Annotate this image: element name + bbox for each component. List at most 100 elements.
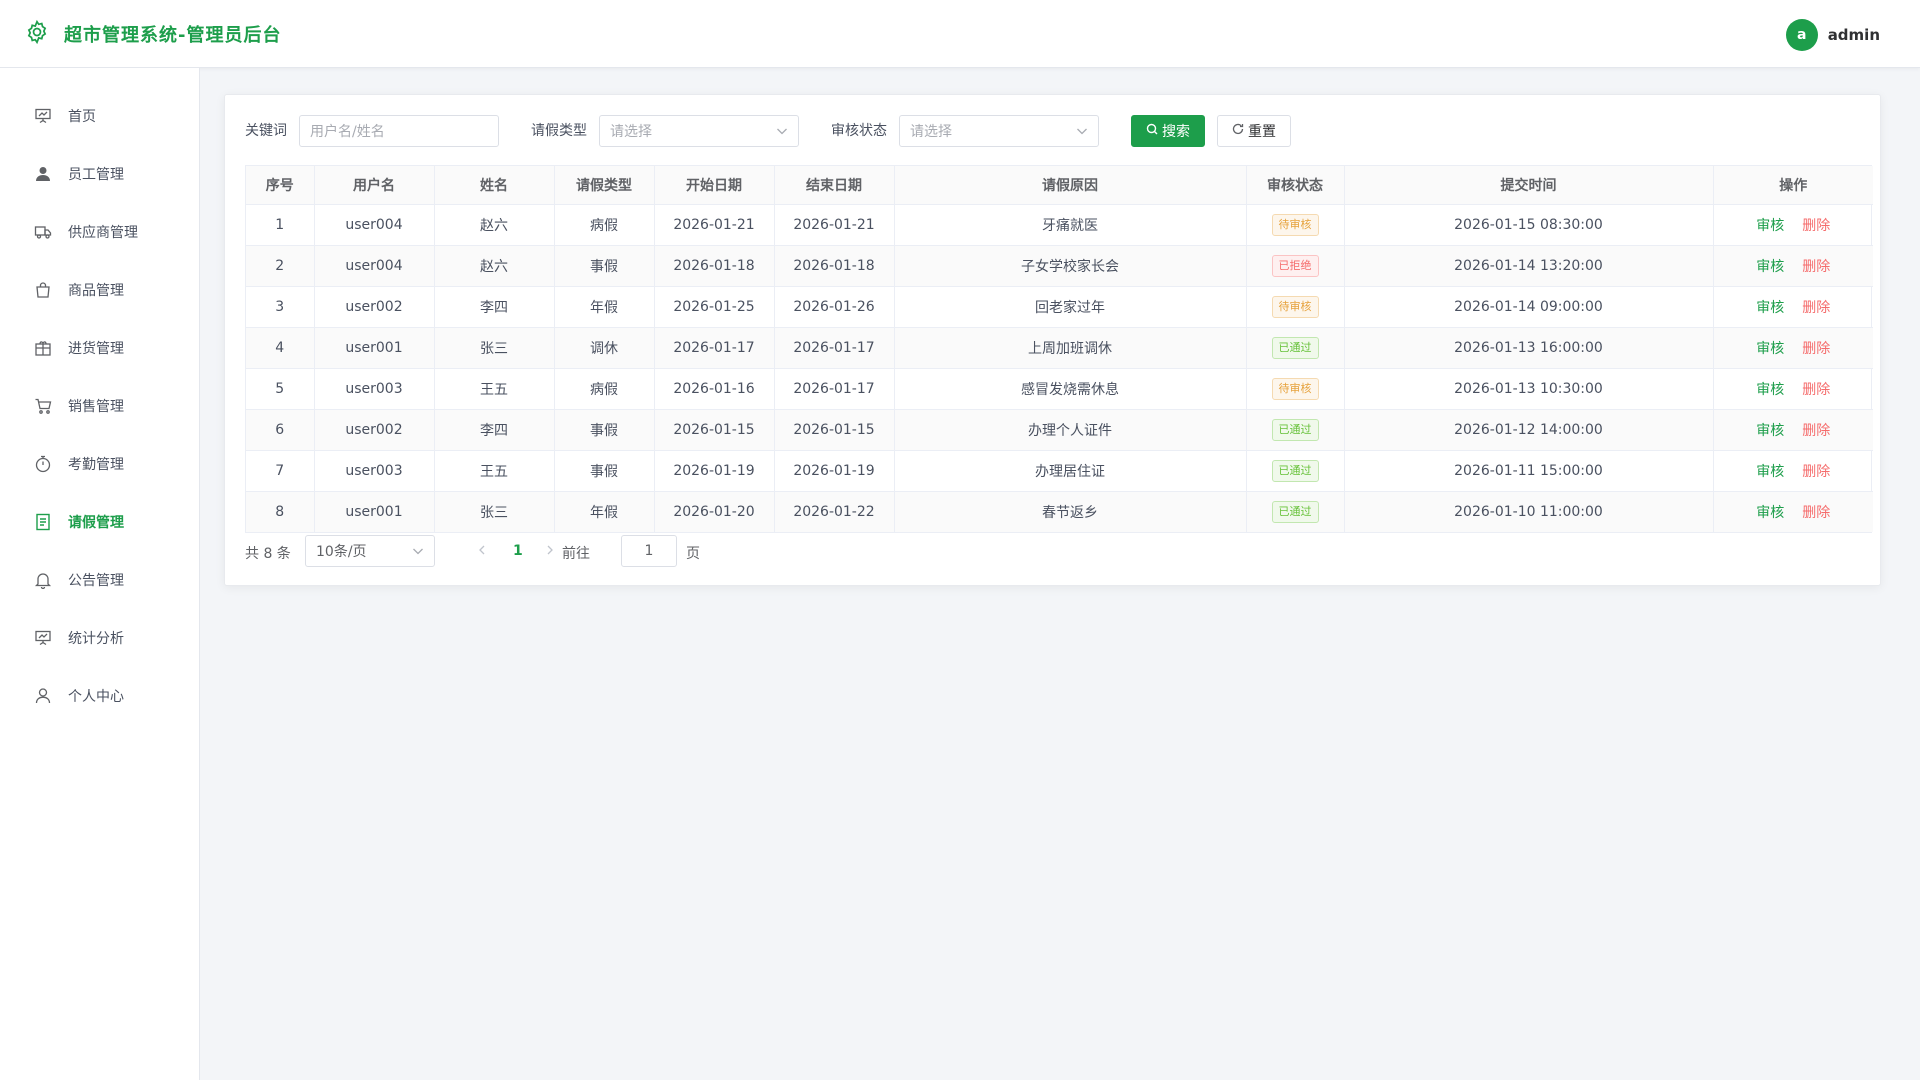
cell-username: user003 [314,450,435,492]
chevron-down-icon [412,544,424,562]
cell-start: 2026-01-15 [654,409,775,451]
column-header: 结束日期 [774,166,895,205]
bell-icon [34,571,52,589]
gear-icon [24,19,50,49]
review-button[interactable]: 审核 [1756,259,1784,275]
leave-type-label: 请假类型 [531,123,587,139]
cell-name: 李四 [434,409,555,451]
cell-reason: 春节返乡 [894,491,1247,532]
sidebar-item-home[interactable]: 首页 [0,92,199,140]
review-status-select[interactable]: 请选择 [899,115,1099,147]
sidebar-item-profile[interactable]: 个人中心 [0,672,199,720]
cell-reason: 感冒发烧需休息 [894,368,1247,410]
column-header: 请假类型 [554,166,655,205]
cell-status: 已拒绝 [1246,245,1345,287]
status-badge: 已通过 [1271,336,1319,359]
sidebar-item-purchasing[interactable]: 进货管理 [0,324,199,372]
cell-username: user001 [314,327,435,369]
sidebar-item-employees[interactable]: 员工管理 [0,150,199,198]
column-header: 操作 [1713,166,1873,205]
cell-no: 7 [246,450,315,492]
cell-end: 2026-01-21 [774,204,895,246]
table-row: 5 user003 王五 病假 2026-01-16 2026-01-17 感冒发烧需休息 待… [246,368,1873,410]
sidebar-item-label: 供应商管理 [68,225,138,241]
delete-button[interactable]: 删除 [1802,341,1830,357]
cell-reason: 回老家过年 [894,286,1247,328]
table-row: 1 user004 赵六 病假 2026-01-21 2026-01-21 牙痛就医 待审核 2… [246,204,1873,246]
cell-actions: 审核 删除 [1713,368,1873,410]
sidebar-item-leave[interactable]: 请假管理 [0,498,199,546]
status-badge: 待审核 [1271,295,1319,318]
cell-status: 已通过 [1246,409,1345,451]
review-button[interactable]: 审核 [1756,218,1784,234]
sidebar-item-label: 考勤管理 [68,457,124,473]
cell-submitted: 2026-01-13 16:00:00 [1344,327,1714,369]
reset-button-label: 重置 [1248,124,1276,140]
column-header: 提交时间 [1344,166,1714,205]
review-button[interactable]: 审核 [1756,505,1784,521]
next-page-icon[interactable] [545,543,555,561]
search-button-label: 搜索 [1162,124,1190,140]
reset-button[interactable]: 重置 [1217,115,1291,147]
chevron-down-icon [776,124,788,142]
search-button[interactable]: 搜索 [1131,115,1205,147]
sidebar-item-sales[interactable]: 销售管理 [0,382,199,430]
review-button[interactable]: 审核 [1756,341,1784,357]
username[interactable]: admin [1828,26,1880,44]
delete-button[interactable]: 删除 [1802,505,1830,521]
delete-button[interactable]: 删除 [1802,259,1830,275]
cell-submitted: 2026-01-13 10:30:00 [1344,368,1714,410]
cell-type: 事假 [554,450,655,492]
cell-no: 6 [246,409,315,451]
sidebar-item-products[interactable]: 商品管理 [0,266,199,314]
delete-button[interactable]: 删除 [1802,382,1830,398]
cell-no: 2 [246,245,315,287]
cell-status: 待审核 [1246,286,1345,328]
cell-reason: 办理居住证 [894,450,1247,492]
review-button[interactable]: 审核 [1756,464,1784,480]
page-size-value: 10条/页 [316,544,367,560]
prev-page-icon[interactable] [477,543,487,561]
delete-button[interactable]: 删除 [1802,218,1830,234]
keyword-input[interactable]: 用户名/姓名 [299,115,499,147]
cell-type: 事假 [554,409,655,451]
delete-button[interactable]: 删除 [1802,423,1830,439]
status-badge: 已通过 [1271,459,1319,482]
user-outline-icon [34,687,52,705]
page-size-select[interactable]: 10条/页 [305,535,435,567]
cell-actions: 审核 删除 [1713,204,1873,246]
delete-button[interactable]: 删除 [1802,464,1830,480]
pagination-total: 共 8 条 [245,546,291,562]
cell-start: 2026-01-25 [654,286,775,328]
page-number-current[interactable]: 1 [513,543,523,559]
review-button[interactable]: 审核 [1756,300,1784,316]
brand: 超市管理系统-管理员后台 [24,19,281,49]
keyword-label: 关键词 [245,123,287,139]
sidebar-item-statistics[interactable]: 统计分析 [0,614,199,662]
sidebar-item-suppliers[interactable]: 供应商管理 [0,208,199,256]
goto-label: 前往 [562,546,590,562]
cell-status: 已通过 [1246,450,1345,492]
sidebar-item-notices[interactable]: 公告管理 [0,556,199,604]
sidebar-item-label: 销售管理 [68,399,124,415]
avatar[interactable]: a [1785,19,1818,51]
column-header: 开始日期 [654,166,775,205]
review-button[interactable]: 审核 [1756,423,1784,439]
goto-page-input[interactable]: 1 [621,535,677,567]
keyword-placeholder: 用户名/姓名 [310,124,385,140]
delete-button[interactable]: 删除 [1802,300,1830,316]
column-header: 用户名 [314,166,435,205]
sidebar-item-attendance[interactable]: 考勤管理 [0,440,199,488]
status-badge: 已通过 [1271,500,1319,523]
cell-start: 2026-01-18 [654,245,775,287]
cell-status: 已通过 [1246,491,1345,532]
cell-username: user002 [314,286,435,328]
cell-name: 王五 [434,368,555,410]
user-menu[interactable]: a admin [1785,19,1880,51]
review-button[interactable]: 审核 [1756,382,1784,398]
cell-no: 3 [246,286,315,328]
refresh-icon [1232,123,1244,139]
user-icon [34,165,52,183]
page-unit-label: 页 [686,546,700,562]
leave-type-select[interactable]: 请选择 [599,115,799,147]
